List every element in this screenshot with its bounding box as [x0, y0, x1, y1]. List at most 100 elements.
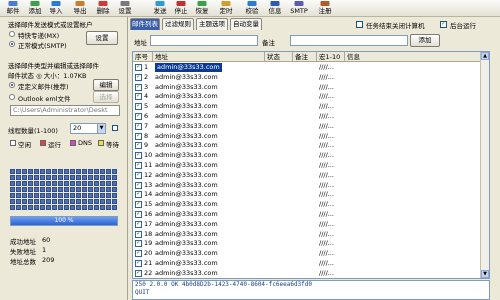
edit-button[interactable]: 编辑: [93, 79, 119, 91]
spin-icon[interactable]: [112, 125, 118, 131]
toolbar-button-10[interactable]: 校验: [242, 1, 262, 16]
row-checkbox[interactable]: [135, 269, 142, 277]
toolbar-button-6[interactable]: 发送: [150, 1, 170, 16]
type-custom-radio[interactable]: [9, 82, 15, 88]
tab-subject-options[interactable]: 主题选项: [196, 18, 228, 30]
toolbar-button-13[interactable]: 注册: [315, 1, 335, 16]
mode-special-radio[interactable]: [9, 31, 15, 37]
tab-filter-rules[interactable]: 过滤规则: [162, 18, 194, 30]
scroll-down-icon[interactable]: ▼: [481, 270, 489, 278]
table-row[interactable]: 22admin@33s33.com ////...: [133, 269, 489, 278]
col-index[interactable]: 序号: [133, 52, 153, 62]
shutdown-checkbox[interactable]: [356, 21, 363, 28]
address-input[interactable]: [150, 35, 258, 46]
toolbar-button-5[interactable]: 设置: [115, 1, 135, 16]
total-value: 209: [42, 256, 55, 264]
table-row[interactable]: 9 admin@33s33.com ////...: [133, 141, 489, 151]
thread-cell: [100, 199, 105, 204]
toolbar-button-11[interactable]: 信息: [265, 1, 285, 16]
row-checkbox[interactable]: [135, 92, 142, 101]
toolbar-button-3[interactable]: 导出: [70, 1, 90, 16]
row-macro: ////...: [319, 151, 334, 160]
tab-auto-variables[interactable]: 自动变量: [230, 18, 262, 30]
table-row[interactable]: 16admin@33s33.com ////...: [133, 210, 489, 220]
row-checkbox[interactable]: [135, 112, 142, 120]
table-row[interactable]: 17admin@33s33.com ////...: [133, 220, 489, 230]
thread-cell: [10, 169, 15, 174]
col-macro[interactable]: 宏1-10: [317, 52, 345, 62]
row-checkbox[interactable]: [135, 210, 142, 218]
table-row[interactable]: 3 admin@33s33.com ////...: [133, 83, 489, 93]
row-checkbox[interactable]: [135, 249, 142, 258]
add-address-button[interactable]: 添加: [410, 34, 440, 47]
row-checkbox[interactable]: [135, 132, 142, 140]
type-outlook-radio[interactable]: [9, 94, 15, 100]
thread-cell: [100, 175, 105, 180]
table-row[interactable]: 6 admin@33s33.com ////...: [133, 112, 489, 122]
row-checkbox[interactable]: [135, 220, 142, 228]
table-row[interactable]: 12admin@33s33.com ////...: [133, 171, 489, 181]
table-row[interactable]: 4 admin@33s33.com ////...: [133, 92, 489, 102]
toolbar-button-4[interactable]: 删除: [93, 1, 113, 16]
row-checkbox[interactable]: [135, 73, 142, 81]
row-checkbox[interactable]: [135, 122, 142, 130]
table-row[interactable]: 18admin@33s33.com ////...: [133, 230, 489, 240]
row-checkbox[interactable]: [135, 63, 142, 71]
row-checkbox[interactable]: [135, 151, 142, 160]
toolbar-button-12[interactable]: SMTP: [289, 1, 309, 16]
table-row[interactable]: 13admin@33s33.com ////...: [133, 181, 489, 191]
col-status[interactable]: 状态: [265, 52, 293, 62]
table-row[interactable]: 1 admin@33s33.com ////...: [133, 63, 489, 73]
row-checkbox[interactable]: [135, 141, 142, 150]
table-row[interactable]: 19admin@33s33.com ////...: [133, 239, 489, 249]
table-row[interactable]: 15admin@33s33.com ////...: [133, 200, 489, 210]
table-row[interactable]: 10admin@33s33.com ////...: [133, 151, 489, 161]
row-checkbox[interactable]: [135, 190, 142, 199]
background-checkbox[interactable]: [440, 20, 447, 28]
legend-swatch: [98, 140, 104, 146]
table-row[interactable]: 5 admin@33s33.com ////...: [133, 102, 489, 112]
col-remark[interactable]: 备注: [293, 52, 317, 62]
thread-cell: [40, 181, 45, 186]
tab-mail-list[interactable]: 邮件列表: [130, 18, 160, 30]
threads-select[interactable]: 20 ▼: [70, 123, 106, 134]
table-row[interactable]: 11admin@33s33.com ////...: [133, 161, 489, 171]
table-scrollbar[interactable]: ▲ ▼: [480, 52, 489, 278]
table-row[interactable]: 2 admin@33s33.com ////...: [133, 73, 489, 83]
toolbar-button-0[interactable]: 邮件: [3, 1, 23, 16]
toolbar-button-1[interactable]: 添加: [25, 1, 45, 16]
scroll-up-icon[interactable]: ▲: [481, 52, 489, 60]
thread-cell: [22, 169, 27, 174]
row-checkbox[interactable]: [135, 102, 142, 111]
row-checkbox[interactable]: [135, 200, 142, 209]
remark-input[interactable]: [290, 35, 408, 46]
thread-cell: [106, 187, 111, 192]
thread-cell: [34, 193, 39, 198]
table-row[interactable]: 7 admin@33s33.com ////...: [133, 122, 489, 132]
row-checkbox[interactable]: [135, 230, 142, 238]
toolbar-button-9[interactable]: 定时: [216, 1, 236, 16]
mode-smtp-radio[interactable]: [9, 41, 15, 47]
table-row[interactable]: 14admin@33s33.com ////...: [133, 190, 489, 200]
row-checkbox[interactable]: [135, 181, 142, 189]
thread-cell: [76, 199, 81, 204]
table-row[interactable]: 21admin@33s33.com ////...: [133, 259, 489, 269]
row-checkbox[interactable]: [135, 239, 142, 248]
toolbar-button-7[interactable]: 停止: [171, 1, 191, 16]
row-checkbox[interactable]: [135, 161, 142, 169]
file-path-field[interactable]: C:\Users\Administrator\Deskt: [10, 105, 120, 116]
col-address[interactable]: 地址: [153, 52, 265, 62]
choose-button[interactable]: 选择: [93, 91, 119, 103]
thread-cell: [76, 169, 81, 174]
settings-button[interactable]: 设置: [86, 31, 118, 45]
table-row[interactable]: 8 admin@33s33.com ////...: [133, 132, 489, 142]
table-row[interactable]: 20admin@33s33.com ////...: [133, 249, 489, 259]
row-checkbox[interactable]: [135, 259, 142, 267]
row-address: admin@33s33.com: [155, 131, 218, 140]
col-info[interactable]: 信息: [345, 52, 482, 62]
toolbar-button-8[interactable]: 恢复: [192, 1, 212, 16]
row-checkbox[interactable]: [135, 171, 142, 179]
toolbar-button-2[interactable]: 导入: [46, 1, 66, 16]
chevron-down-icon[interactable]: ▼: [97, 124, 105, 133]
row-checkbox[interactable]: [135, 83, 142, 91]
